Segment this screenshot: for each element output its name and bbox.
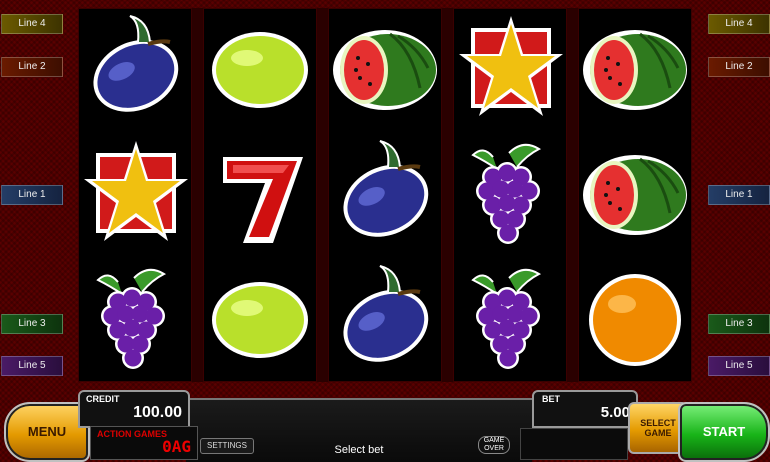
payline-tag-right-line-3: Line 3 [708,314,770,334]
payline-tag-right-line-4: Line 4 [708,14,770,34]
bet-label: BET [542,394,560,404]
reel-1 [78,8,192,382]
start-button[interactable]: START [678,402,770,462]
watermelon-icon [328,8,442,132]
bet-value: 5.00 [600,404,630,421]
control-panel: Select bet MENU CREDIT 100.00 ACTION GAM… [0,388,770,462]
reel-3 [328,8,442,382]
payline-tag-left-line-1: Line 1 [1,185,63,205]
payline-tag-left-line-3: Line 3 [1,314,63,334]
payline-tag-left-line-4: Line 4 [1,14,63,34]
reel-2 [203,8,317,382]
plum-icon [328,133,442,257]
payline-tag-left-line-5: Line 5 [1,356,63,376]
grapes-icon [453,258,567,382]
action-games-display: ACTION GAMES 0AG [90,426,198,460]
action-games-label: ACTION GAMES [97,429,168,439]
game-over-indicator: GAME OVER [478,436,510,454]
grapes-icon [78,258,192,382]
payline-tag-right-line-5: Line 5 [708,356,770,376]
bet-controls-area [520,428,628,460]
plum-icon [328,258,442,382]
lemon-icon [203,258,317,382]
bet-display: BET 5.00 [532,390,638,428]
watermelon-icon [578,8,692,132]
orange-icon [578,258,692,382]
settings-button[interactable]: SETTINGS [200,438,254,454]
action-games-value: 0AG [162,437,191,456]
payline-tag-left-line-2: Line 2 [1,57,63,77]
reel-5 [578,8,692,382]
reels-area [78,8,692,382]
reel-4 [453,8,567,382]
payline-tag-right-line-1: Line 1 [708,185,770,205]
star-icon [453,8,567,132]
payline-tag-right-line-2: Line 2 [708,57,770,77]
credit-label: CREDIT [86,394,120,404]
seven-icon [203,133,317,257]
plum-icon [78,8,192,132]
grapes-icon [453,133,567,257]
star-icon [78,133,192,257]
lemon-icon [203,8,317,132]
watermelon-icon [578,133,692,257]
credit-display: CREDIT 100.00 [78,390,190,428]
credit-value: 100.00 [133,404,182,421]
